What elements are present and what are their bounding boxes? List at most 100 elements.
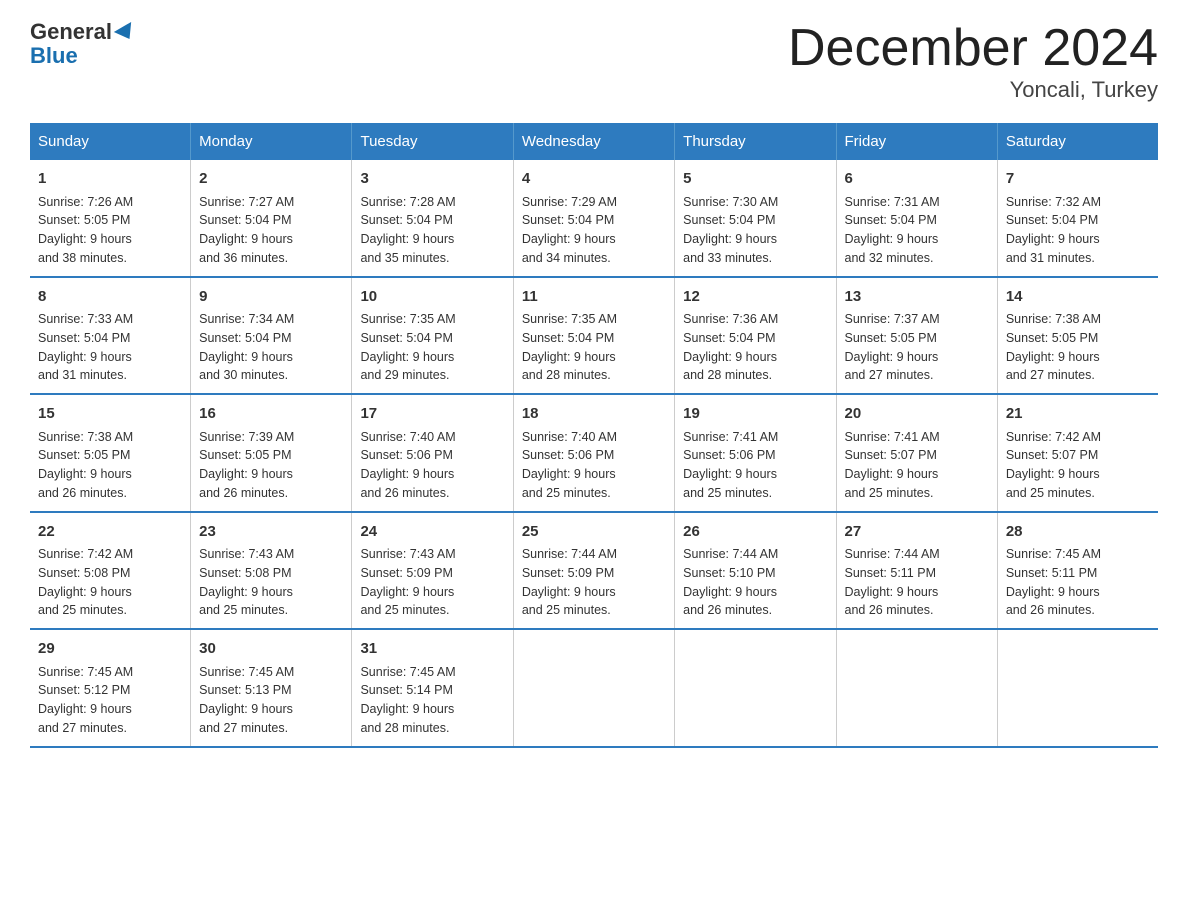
- title-block: December 2024 Yoncali, Turkey: [788, 20, 1158, 103]
- day-info: Sunrise: 7:45 AM Sunset: 5:12 PM Dayligh…: [38, 663, 182, 738]
- day-number: 24: [360, 521, 504, 544]
- day-info: Sunrise: 7:27 AM Sunset: 5:04 PM Dayligh…: [199, 193, 343, 268]
- day-cell: 25Sunrise: 7:44 AM Sunset: 5:09 PM Dayli…: [513, 512, 674, 630]
- day-number: 1: [38, 168, 182, 191]
- day-number: 18: [522, 403, 666, 426]
- day-info: Sunrise: 7:42 AM Sunset: 5:08 PM Dayligh…: [38, 545, 182, 620]
- day-cell: [836, 629, 997, 747]
- week-row-5: 29Sunrise: 7:45 AM Sunset: 5:12 PM Dayli…: [30, 629, 1158, 747]
- day-info: Sunrise: 7:28 AM Sunset: 5:04 PM Dayligh…: [360, 193, 504, 268]
- week-row-4: 22Sunrise: 7:42 AM Sunset: 5:08 PM Dayli…: [30, 512, 1158, 630]
- day-info: Sunrise: 7:41 AM Sunset: 5:06 PM Dayligh…: [683, 428, 827, 503]
- day-number: 3: [360, 168, 504, 191]
- day-number: 14: [1006, 286, 1150, 309]
- day-info: Sunrise: 7:34 AM Sunset: 5:04 PM Dayligh…: [199, 310, 343, 385]
- day-cell: 18Sunrise: 7:40 AM Sunset: 5:06 PM Dayli…: [513, 394, 674, 512]
- day-info: Sunrise: 7:43 AM Sunset: 5:08 PM Dayligh…: [199, 545, 343, 620]
- day-cell: 8Sunrise: 7:33 AM Sunset: 5:04 PM Daylig…: [30, 277, 191, 395]
- day-cell: 14Sunrise: 7:38 AM Sunset: 5:05 PM Dayli…: [997, 277, 1158, 395]
- day-info: Sunrise: 7:39 AM Sunset: 5:05 PM Dayligh…: [199, 428, 343, 503]
- day-cell: 9Sunrise: 7:34 AM Sunset: 5:04 PM Daylig…: [191, 277, 352, 395]
- column-header-wednesday: Wednesday: [513, 123, 674, 160]
- day-info: Sunrise: 7:32 AM Sunset: 5:04 PM Dayligh…: [1006, 193, 1150, 268]
- day-info: Sunrise: 7:41 AM Sunset: 5:07 PM Dayligh…: [845, 428, 989, 503]
- day-info: Sunrise: 7:45 AM Sunset: 5:14 PM Dayligh…: [360, 663, 504, 738]
- day-number: 5: [683, 168, 827, 191]
- calendar-header: SundayMondayTuesdayWednesdayThursdayFrid…: [30, 123, 1158, 160]
- day-info: Sunrise: 7:40 AM Sunset: 5:06 PM Dayligh…: [522, 428, 666, 503]
- day-number: 15: [38, 403, 182, 426]
- logo-line1: General: [30, 20, 136, 44]
- day-number: 19: [683, 403, 827, 426]
- day-info: Sunrise: 7:40 AM Sunset: 5:06 PM Dayligh…: [360, 428, 504, 503]
- day-number: 8: [38, 286, 182, 309]
- day-cell: 22Sunrise: 7:42 AM Sunset: 5:08 PM Dayli…: [30, 512, 191, 630]
- day-number: 22: [38, 521, 182, 544]
- day-number: 16: [199, 403, 343, 426]
- day-info: Sunrise: 7:30 AM Sunset: 5:04 PM Dayligh…: [683, 193, 827, 268]
- day-info: Sunrise: 7:26 AM Sunset: 5:05 PM Dayligh…: [38, 193, 182, 268]
- day-cell: 31Sunrise: 7:45 AM Sunset: 5:14 PM Dayli…: [352, 629, 513, 747]
- calendar-table: SundayMondayTuesdayWednesdayThursdayFrid…: [30, 123, 1158, 748]
- day-info: Sunrise: 7:33 AM Sunset: 5:04 PM Dayligh…: [38, 310, 182, 385]
- day-cell: 27Sunrise: 7:44 AM Sunset: 5:11 PM Dayli…: [836, 512, 997, 630]
- day-info: Sunrise: 7:45 AM Sunset: 5:13 PM Dayligh…: [199, 663, 343, 738]
- week-row-2: 8Sunrise: 7:33 AM Sunset: 5:04 PM Daylig…: [30, 277, 1158, 395]
- day-number: 20: [845, 403, 989, 426]
- day-info: Sunrise: 7:45 AM Sunset: 5:11 PM Dayligh…: [1006, 545, 1150, 620]
- day-number: 4: [522, 168, 666, 191]
- day-info: Sunrise: 7:37 AM Sunset: 5:05 PM Dayligh…: [845, 310, 989, 385]
- day-cell: 11Sunrise: 7:35 AM Sunset: 5:04 PM Dayli…: [513, 277, 674, 395]
- day-cell: 21Sunrise: 7:42 AM Sunset: 5:07 PM Dayli…: [997, 394, 1158, 512]
- day-cell: 13Sunrise: 7:37 AM Sunset: 5:05 PM Dayli…: [836, 277, 997, 395]
- logo-general: General: [30, 19, 112, 44]
- day-info: Sunrise: 7:35 AM Sunset: 5:04 PM Dayligh…: [360, 310, 504, 385]
- column-header-thursday: Thursday: [675, 123, 836, 160]
- day-cell: 17Sunrise: 7:40 AM Sunset: 5:06 PM Dayli…: [352, 394, 513, 512]
- day-info: Sunrise: 7:36 AM Sunset: 5:04 PM Dayligh…: [683, 310, 827, 385]
- day-number: 2: [199, 168, 343, 191]
- day-number: 10: [360, 286, 504, 309]
- column-header-saturday: Saturday: [997, 123, 1158, 160]
- day-info: Sunrise: 7:43 AM Sunset: 5:09 PM Dayligh…: [360, 545, 504, 620]
- day-cell: 29Sunrise: 7:45 AM Sunset: 5:12 PM Dayli…: [30, 629, 191, 747]
- day-number: 13: [845, 286, 989, 309]
- column-header-monday: Monday: [191, 123, 352, 160]
- logo-blue: Blue: [30, 44, 136, 68]
- day-number: 17: [360, 403, 504, 426]
- day-info: Sunrise: 7:38 AM Sunset: 5:05 PM Dayligh…: [1006, 310, 1150, 385]
- day-cell: 4Sunrise: 7:29 AM Sunset: 5:04 PM Daylig…: [513, 160, 674, 277]
- day-info: Sunrise: 7:29 AM Sunset: 5:04 PM Dayligh…: [522, 193, 666, 268]
- calendar-body: 1Sunrise: 7:26 AM Sunset: 5:05 PM Daylig…: [30, 160, 1158, 747]
- page-subtitle: Yoncali, Turkey: [788, 77, 1158, 103]
- header-row: SundayMondayTuesdayWednesdayThursdayFrid…: [30, 123, 1158, 160]
- day-cell: [513, 629, 674, 747]
- day-cell: [997, 629, 1158, 747]
- day-cell: 20Sunrise: 7:41 AM Sunset: 5:07 PM Dayli…: [836, 394, 997, 512]
- day-number: 27: [845, 521, 989, 544]
- page-title: December 2024: [788, 20, 1158, 77]
- day-cell: 26Sunrise: 7:44 AM Sunset: 5:10 PM Dayli…: [675, 512, 836, 630]
- day-number: 11: [522, 286, 666, 309]
- day-info: Sunrise: 7:42 AM Sunset: 5:07 PM Dayligh…: [1006, 428, 1150, 503]
- day-number: 7: [1006, 168, 1150, 191]
- day-cell: 23Sunrise: 7:43 AM Sunset: 5:08 PM Dayli…: [191, 512, 352, 630]
- column-header-tuesday: Tuesday: [352, 123, 513, 160]
- day-info: Sunrise: 7:31 AM Sunset: 5:04 PM Dayligh…: [845, 193, 989, 268]
- day-cell: 2Sunrise: 7:27 AM Sunset: 5:04 PM Daylig…: [191, 160, 352, 277]
- day-number: 21: [1006, 403, 1150, 426]
- day-cell: 5Sunrise: 7:30 AM Sunset: 5:04 PM Daylig…: [675, 160, 836, 277]
- day-number: 31: [360, 638, 504, 661]
- day-cell: 16Sunrise: 7:39 AM Sunset: 5:05 PM Dayli…: [191, 394, 352, 512]
- week-row-1: 1Sunrise: 7:26 AM Sunset: 5:05 PM Daylig…: [30, 160, 1158, 277]
- logo: General Blue: [30, 20, 136, 68]
- day-info: Sunrise: 7:44 AM Sunset: 5:09 PM Dayligh…: [522, 545, 666, 620]
- day-number: 12: [683, 286, 827, 309]
- day-cell: 12Sunrise: 7:36 AM Sunset: 5:04 PM Dayli…: [675, 277, 836, 395]
- day-cell: [675, 629, 836, 747]
- page-header: General Blue December 2024 Yoncali, Turk…: [30, 20, 1158, 103]
- day-number: 25: [522, 521, 666, 544]
- day-number: 28: [1006, 521, 1150, 544]
- day-cell: 10Sunrise: 7:35 AM Sunset: 5:04 PM Dayli…: [352, 277, 513, 395]
- column-header-friday: Friday: [836, 123, 997, 160]
